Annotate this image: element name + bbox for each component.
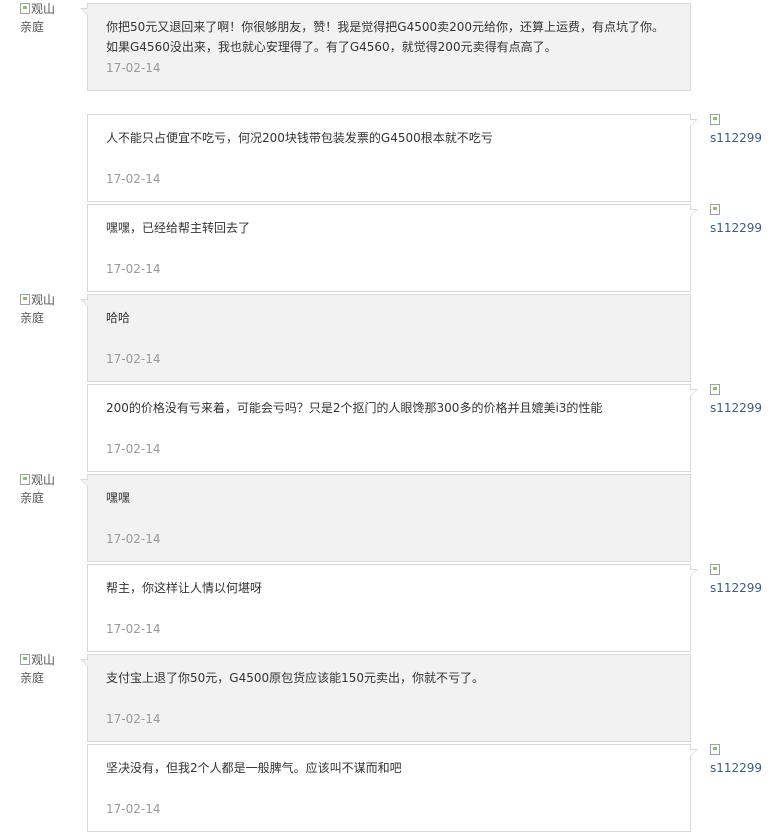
message-thread: 观山 亲庭 你把50元又退回来了啊！你很够朋友，赞！我是觉得把G4500卖200…	[0, 0, 781, 832]
message-date: 17-02-14	[106, 442, 161, 456]
message-bubble: 支付宝上退了你50元，G4500原包货应该能150元卖出，你就不亏了。 17-0…	[80, 654, 691, 742]
message-text: 嘿嘿	[106, 491, 131, 505]
broken-image-icon	[20, 3, 30, 14]
bubble-pointer	[80, 299, 88, 307]
avatar[interactable]: 观山 亲庭	[20, 291, 80, 331]
message-text: 支付宝上退了你50元，G4500原包货应该能150元卖出，你就不亏了。	[106, 671, 485, 685]
message-date: 17-02-14	[106, 532, 161, 546]
message-date: 17-02-14	[106, 712, 161, 726]
message-text: 哈哈	[106, 311, 131, 325]
bubble-pointer	[80, 659, 88, 667]
broken-image-icon	[710, 744, 720, 755]
bubble-pointer	[80, 479, 88, 487]
message-date: 17-02-14	[106, 262, 161, 276]
avatar[interactable]: 观山 亲庭	[20, 471, 80, 511]
avatar[interactable]: s112299	[710, 381, 770, 421]
message-text: 坚决没有，但我2个人都是一般脾气。应该叫不谋而和吧	[106, 761, 402, 775]
message-date: 17-02-14	[106, 61, 161, 75]
message-item: 观山 亲庭 嘿嘿 17-02-14	[0, 471, 781, 562]
message-bubble: 帮主，你这样让人情以何堪呀 17-02-14	[87, 564, 698, 652]
message-bubble: 200的价格没有亏来着，可能会亏吗？只是2个抠门的人眼馋那300多的价格并且媲美…	[87, 384, 698, 472]
message-bubble: 坚决没有，但我2个人都是一般脾气。应该叫不谋而和吧 17-02-14	[87, 744, 698, 832]
message-bubble: 哈哈 17-02-14	[80, 294, 691, 382]
message-date: 17-02-14	[106, 622, 161, 636]
message-bubble: 嘿嘿 17-02-14	[80, 474, 691, 562]
broken-image-icon	[710, 564, 720, 575]
avatar[interactable]: s112299	[710, 741, 770, 781]
message-item: 观山 亲庭 哈哈 17-02-14	[0, 291, 781, 382]
avatar-alt-text: s112299	[710, 761, 763, 775]
broken-image-icon	[710, 204, 720, 215]
avatar-alt-text: s112299	[710, 581, 763, 595]
message-item: s112299 200的价格没有亏来着，可能会亏吗？只是2个抠门的人眼馋那300…	[0, 381, 781, 472]
message-text: 人不能只占便宜不吃亏，何况200块钱带包装发票的G4500根本就不吃亏	[106, 131, 493, 145]
message-date: 17-02-14	[106, 802, 161, 816]
message-item: 观山 亲庭 支付宝上退了你50元，G4500原包货应该能150元卖出，你就不亏了…	[0, 651, 781, 742]
message-bubble: 你把50元又退回来了啊！你很够朋友，赞！我是觉得把G4500卖200元给你，还算…	[80, 3, 691, 91]
avatar[interactable]: 观山 亲庭	[20, 0, 80, 40]
avatar-alt-text: s112299	[710, 131, 763, 145]
message-bubble: 人不能只占便宜不吃亏，何况200块钱带包装发票的G4500根本就不吃亏 17-0…	[87, 114, 698, 202]
avatar[interactable]: s112299	[710, 561, 770, 601]
message-date: 17-02-14	[106, 352, 161, 366]
message-item: s112299 坚决没有，但我2个人都是一般脾气。应该叫不谋而和吧 17-02-…	[0, 741, 781, 832]
message-item: s112299 帮主，你这样让人情以何堪呀 17-02-14	[0, 561, 781, 652]
bubble-pointer	[690, 209, 698, 217]
bubble-pointer	[690, 389, 698, 397]
message-text: 嘿嘿，已经给帮主转回去了	[106, 221, 251, 235]
bubble-pointer	[690, 749, 698, 757]
message-text: 你把50元又退回来了啊！你很够朋友，赞！我是觉得把G4500卖200元给你，还算…	[106, 20, 665, 54]
bubble-pointer	[690, 119, 698, 127]
avatar[interactable]: s112299	[710, 111, 770, 151]
avatar[interactable]: 观山 亲庭	[20, 651, 80, 691]
message-text: 200的价格没有亏来着，可能会亏吗？只是2个抠门的人眼馋那300多的价格并且媲美…	[106, 401, 603, 415]
bubble-pointer	[80, 8, 88, 16]
broken-image-icon	[710, 114, 720, 125]
broken-image-icon	[20, 474, 30, 485]
message-text: 帮主，你这样让人情以何堪呀	[106, 581, 263, 595]
message-bubble: 嘿嘿，已经给帮主转回去了 17-02-14	[87, 204, 698, 292]
message-item: s112299 嘿嘿，已经给帮主转回去了 17-02-14	[0, 201, 781, 292]
bubble-pointer	[690, 569, 698, 577]
avatar-alt-text: s112299	[710, 221, 763, 235]
avatar-alt-text: s112299	[710, 401, 763, 415]
broken-image-icon	[20, 294, 30, 305]
broken-image-icon	[710, 384, 720, 395]
message-date: 17-02-14	[106, 172, 161, 186]
broken-image-icon	[20, 654, 30, 665]
message-item: 观山 亲庭 你把50元又退回来了啊！你很够朋友，赞！我是觉得把G4500卖200…	[0, 0, 781, 91]
avatar[interactable]: s112299	[710, 201, 770, 241]
message-item: s112299 人不能只占便宜不吃亏，何况200块钱带包装发票的G4500根本就…	[0, 111, 781, 202]
